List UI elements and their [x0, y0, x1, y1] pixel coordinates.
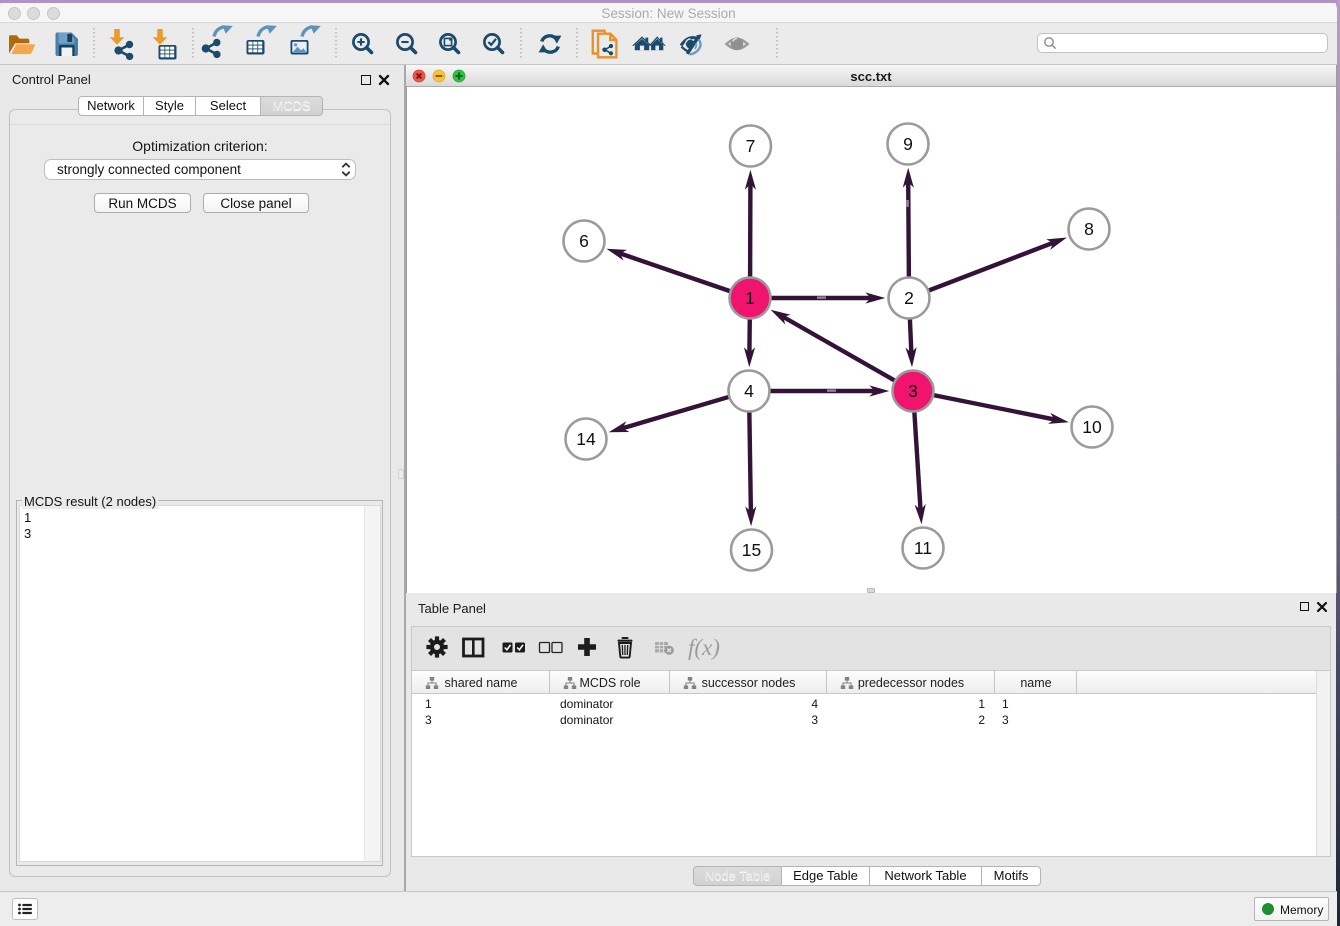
svg-text:1: 1	[745, 288, 755, 308]
svg-text:15: 15	[742, 540, 761, 560]
svg-text:14: 14	[576, 429, 596, 449]
svg-text:8: 8	[1084, 219, 1094, 239]
svg-text:7: 7	[746, 136, 756, 156]
svg-text:3: 3	[908, 381, 918, 401]
svg-text:11: 11	[914, 538, 932, 558]
svg-text:4: 4	[744, 381, 754, 401]
svg-text:2: 2	[904, 288, 914, 308]
svg-text:6: 6	[579, 231, 589, 251]
svg-text:9: 9	[903, 134, 913, 154]
svg-text:f(x): f(x)	[688, 635, 720, 660]
svg-text:10: 10	[1082, 417, 1102, 437]
